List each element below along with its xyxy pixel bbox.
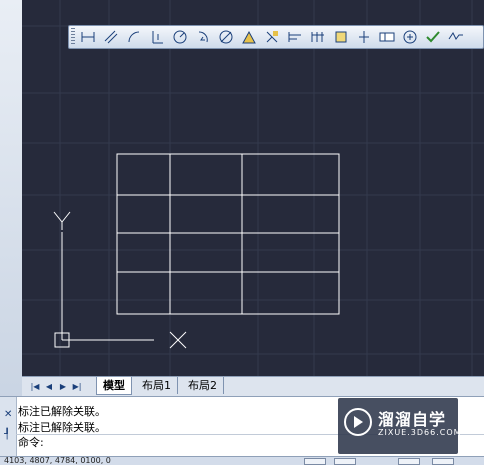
ucs-icon <box>53 211 187 349</box>
watermark-subtitle: ZIXUE.3D66.COM <box>378 428 462 437</box>
grid <box>22 0 484 376</box>
last-tab-icon[interactable]: ▶| <box>72 382 82 392</box>
tab-layout2[interactable]: 布局2 <box>182 377 224 394</box>
prev-tab-icon[interactable]: ◀ <box>44 382 54 392</box>
arc-length-icon[interactable] <box>125 28 143 46</box>
command-window-sidebar: ✕ ┦ <box>0 397 17 457</box>
command-history-line: 标注已解除关联。 <box>18 405 106 418</box>
first-tab-icon[interactable]: |◀ <box>30 382 40 392</box>
command-prompt: 命令: <box>18 436 44 449</box>
quick-dimension-icon[interactable] <box>263 28 281 46</box>
close-icon[interactable]: ✕ <box>4 409 12 420</box>
angular-dimension-icon[interactable] <box>240 28 258 46</box>
continue-dimension-icon[interactable] <box>309 28 327 46</box>
watermark: 溜溜自学 ZIXUE.3D66.COM <box>338 398 461 454</box>
dimension-toolbar <box>68 25 484 49</box>
radius-dimension-icon[interactable] <box>171 28 189 46</box>
ordinate-dimension-icon[interactable] <box>148 28 166 46</box>
left-dock-strip <box>0 0 23 404</box>
baseline-dimension-icon[interactable] <box>286 28 304 46</box>
aligned-dimension-icon[interactable] <box>102 28 120 46</box>
watermark-title: 溜溜自学 <box>378 410 447 429</box>
dimension-break-icon[interactable] <box>355 28 373 46</box>
diameter-dimension-icon[interactable] <box>217 28 235 46</box>
command-history-line: 标注已解除关联。 <box>18 421 106 434</box>
tab-model[interactable]: 模型 <box>96 377 132 395</box>
linear-dimension-icon[interactable] <box>79 28 97 46</box>
layout-tabs-bar: |◀ ◀ ▶ ▶| 模型 布局1 布局2 <box>22 376 484 397</box>
jogged-linear-icon[interactable] <box>447 28 465 46</box>
tolerance-icon[interactable] <box>378 28 396 46</box>
tab-layout1[interactable]: 布局1 <box>136 377 178 394</box>
next-tab-icon[interactable]: ▶ <box>58 382 68 392</box>
dimension-space-icon[interactable] <box>332 28 350 46</box>
play-logo-icon <box>344 408 372 436</box>
inspection-icon[interactable] <box>424 28 442 46</box>
drawing-canvas[interactable] <box>22 0 484 376</box>
center-mark-icon[interactable] <box>401 28 419 46</box>
pin-icon[interactable]: ┦ <box>4 429 10 440</box>
toolbar-grip[interactable] <box>71 28 75 46</box>
drawn-table <box>116 153 340 315</box>
jogged-dimension-icon[interactable] <box>194 28 212 46</box>
